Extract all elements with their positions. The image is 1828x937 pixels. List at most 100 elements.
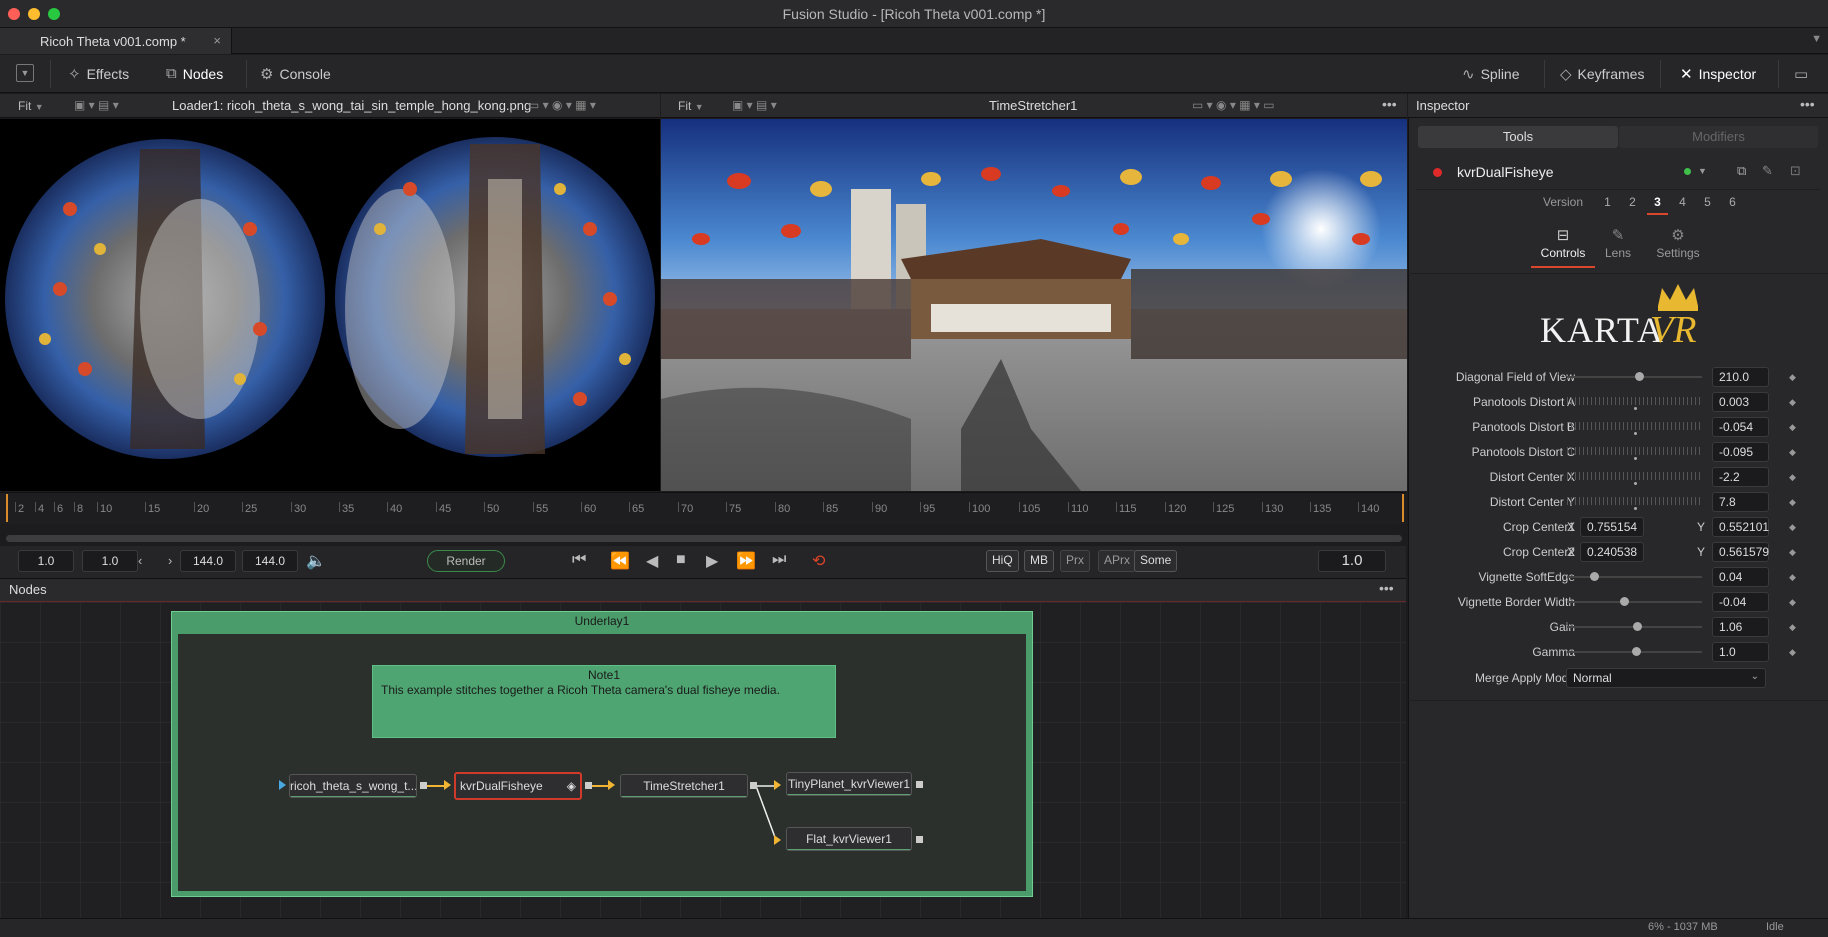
playhead[interactable] <box>6 494 8 522</box>
screen-layout-icon[interactable]: ▭ <box>1794 65 1808 83</box>
pin-icon[interactable]: ✎ <box>1762 163 1773 179</box>
param-value-field[interactable]: -0.095 <box>1712 442 1769 462</box>
render-end-field[interactable]: 144.0 <box>180 550 236 572</box>
crop2-y-field[interactable]: 0.561579 <box>1712 542 1769 562</box>
param-value-field[interactable]: 210.0 <box>1712 367 1769 387</box>
param-slider-knob[interactable] <box>1590 572 1599 581</box>
param-value-field[interactable]: -0.054 <box>1712 417 1769 437</box>
stop-icon[interactable]: ■ <box>676 551 686 569</box>
keyframe-diamond-icon[interactable]: ◆ <box>1789 397 1796 408</box>
param-value-field[interactable]: 1.06 <box>1712 617 1769 637</box>
right-viewer-more-icon[interactable]: ••• <box>1382 96 1397 112</box>
loader-node[interactable]: ricoh_theta_s_wong_t... <box>289 774 417 798</box>
tab-modifiers[interactable]: Modifiers <box>1619 126 1818 148</box>
nodes-more-icon[interactable]: ••• <box>1379 580 1394 596</box>
keyframe-diamond-icon[interactable]: ◆ <box>1789 422 1796 433</box>
keyframe-diamond-icon[interactable]: ◆ <box>1789 447 1796 458</box>
tab-tools[interactable]: Tools <box>1418 126 1618 148</box>
keyframe-diamond-icon[interactable]: ◆ <box>1789 472 1796 483</box>
spline-button[interactable]: ∿ Spline <box>1462 65 1520 83</box>
console-button[interactable]: ⚙ Console <box>260 65 331 83</box>
param-value-field[interactable]: 1.0 <box>1712 642 1769 662</box>
param-slider-knob[interactable] <box>1619 597 1629 606</box>
tool-enable-icon[interactable] <box>1433 168 1442 177</box>
tinyplanet-output-port[interactable] <box>916 781 923 788</box>
version-5-button[interactable]: 5 <box>1695 195 1720 209</box>
inspector-more-icon[interactable]: ••• <box>1800 96 1815 112</box>
subtab-lens[interactable]: ✎ Lens <box>1590 226 1646 260</box>
param-slider[interactable] <box>1567 497 1702 505</box>
render-end-marker[interactable] <box>1402 494 1404 522</box>
inspector-button[interactable]: ✕ Inspector <box>1680 65 1756 83</box>
version-2-button[interactable]: 2 <box>1620 195 1645 209</box>
loader-output-port[interactable] <box>420 782 427 789</box>
proxy-button[interactable]: Prx <box>1060 550 1090 572</box>
keyframe-diamond-icon[interactable]: ◆ <box>1789 622 1796 633</box>
close-tab-icon[interactable]: × <box>213 33 221 48</box>
lock-icon[interactable]: ⊡ <box>1790 163 1801 179</box>
left-viewer-options-icon[interactable]: ▣ ▾ ▤ ▾ <box>74 98 119 112</box>
motion-blur-button[interactable]: MB <box>1024 550 1054 572</box>
auto-proxy-button[interactable]: APrx <box>1098 550 1137 572</box>
rewind-icon[interactable]: ⏪ <box>610 551 630 571</box>
keyframe-diamond-icon[interactable]: ◆ <box>1789 547 1796 558</box>
keyframe-diamond-icon[interactable]: ◆ <box>1789 572 1796 583</box>
fisheye-output-port[interactable] <box>585 782 592 789</box>
param-slider-knob[interactable] <box>1631 647 1641 656</box>
param-slider[interactable] <box>1567 422 1702 430</box>
document-tab[interactable]: Ricoh Theta v001.comp * × <box>0 28 232 54</box>
param-value-field[interactable]: 0.04 <box>1712 567 1769 587</box>
play-icon[interactable]: ▶ <box>706 551 718 571</box>
right-fit-dropdown[interactable]: Fit ▼ <box>678 99 704 113</box>
selective-update-button[interactable]: Some <box>1134 550 1178 572</box>
crop1-x-field[interactable]: 0.755154 <box>1580 517 1644 537</box>
param-value-field[interactable]: 7.8 <box>1712 492 1769 512</box>
keyframe-diamond-icon[interactable]: ◆ <box>1789 647 1796 658</box>
version-6-button[interactable]: 6 <box>1720 195 1745 209</box>
subtab-controls[interactable]: ⊟ Controls <box>1531 226 1595 260</box>
keyframe-diamond-icon[interactable]: ◆ <box>1789 372 1796 383</box>
timestretcher-node[interactable]: TimeStretcher1 <box>620 774 748 798</box>
play-reverse-icon[interactable]: ◀ <box>646 551 658 571</box>
effects-button[interactable]: ✧ Effects <box>68 65 129 83</box>
go-to-start-icon[interactable]: ⏮ <box>572 551 586 569</box>
param-value-field[interactable]: -2.2 <box>1712 467 1769 487</box>
keyframe-diamond-icon[interactable]: ◆ <box>1789 522 1796 533</box>
step-forward-icon[interactable]: › <box>168 553 172 568</box>
left-viewer[interactable] <box>0 119 660 491</box>
param-slider[interactable] <box>1567 576 1702 578</box>
panel-toggle-icon[interactable]: ▼ <box>16 64 34 82</box>
param-slider-knob[interactable] <box>1633 482 1637 485</box>
flat-viewer-node[interactable]: Flat_kvrViewer1 <box>786 827 912 851</box>
tab-menu-icon[interactable]: ▼ <box>1811 33 1822 45</box>
speaker-icon[interactable]: 🔈 <box>306 551 326 571</box>
version-1-button[interactable]: 1 <box>1595 195 1620 209</box>
current-time-field[interactable]: 1.0 <box>1318 550 1386 572</box>
param-slider-knob[interactable] <box>1634 372 1644 381</box>
tool-color-icon[interactable] <box>1684 168 1691 175</box>
crop2-x-field[interactable]: 0.240538 <box>1580 542 1644 562</box>
nodes-button[interactable]: ⧉ Nodes <box>166 65 223 82</box>
subtab-settings[interactable]: ⚙ Settings <box>1650 226 1706 260</box>
param-slider-knob[interactable] <box>1633 407 1637 410</box>
param-slider[interactable] <box>1567 472 1702 480</box>
fast-forward-icon[interactable]: ⏩ <box>736 551 756 571</box>
param-slider[interactable] <box>1567 397 1702 405</box>
keyframe-diamond-icon[interactable]: ◆ <box>1789 597 1796 608</box>
loop-icon[interactable]: ⟲ <box>812 551 825 571</box>
stretcher-output-port[interactable] <box>750 782 757 789</box>
flat-output-port[interactable] <box>916 836 923 843</box>
right-viewer-options-icon[interactable]: ▣ ▾ ▤ ▾ <box>732 98 777 112</box>
param-slider[interactable] <box>1567 447 1702 455</box>
global-end-field[interactable]: 144.0 <box>242 550 298 572</box>
render-start-field[interactable]: 1.0 <box>82 550 138 572</box>
right-viewer[interactable] <box>661 119 1407 491</box>
time-ruler[interactable] <box>0 492 1406 524</box>
param-slider-knob[interactable] <box>1633 457 1637 460</box>
param-value-field[interactable]: -0.04 <box>1712 592 1769 612</box>
tool-versions-icon[interactable]: ⧉ <box>1737 163 1746 179</box>
keyframes-button[interactable]: ◇ Keyframes <box>1560 65 1644 83</box>
version-3-button[interactable]: 3 <box>1645 195 1670 215</box>
step-back-icon[interactable]: ‹ <box>138 553 142 568</box>
tinyplanet-viewer-node[interactable]: TinyPlanet_kvrViewer1 <box>786 772 912 796</box>
